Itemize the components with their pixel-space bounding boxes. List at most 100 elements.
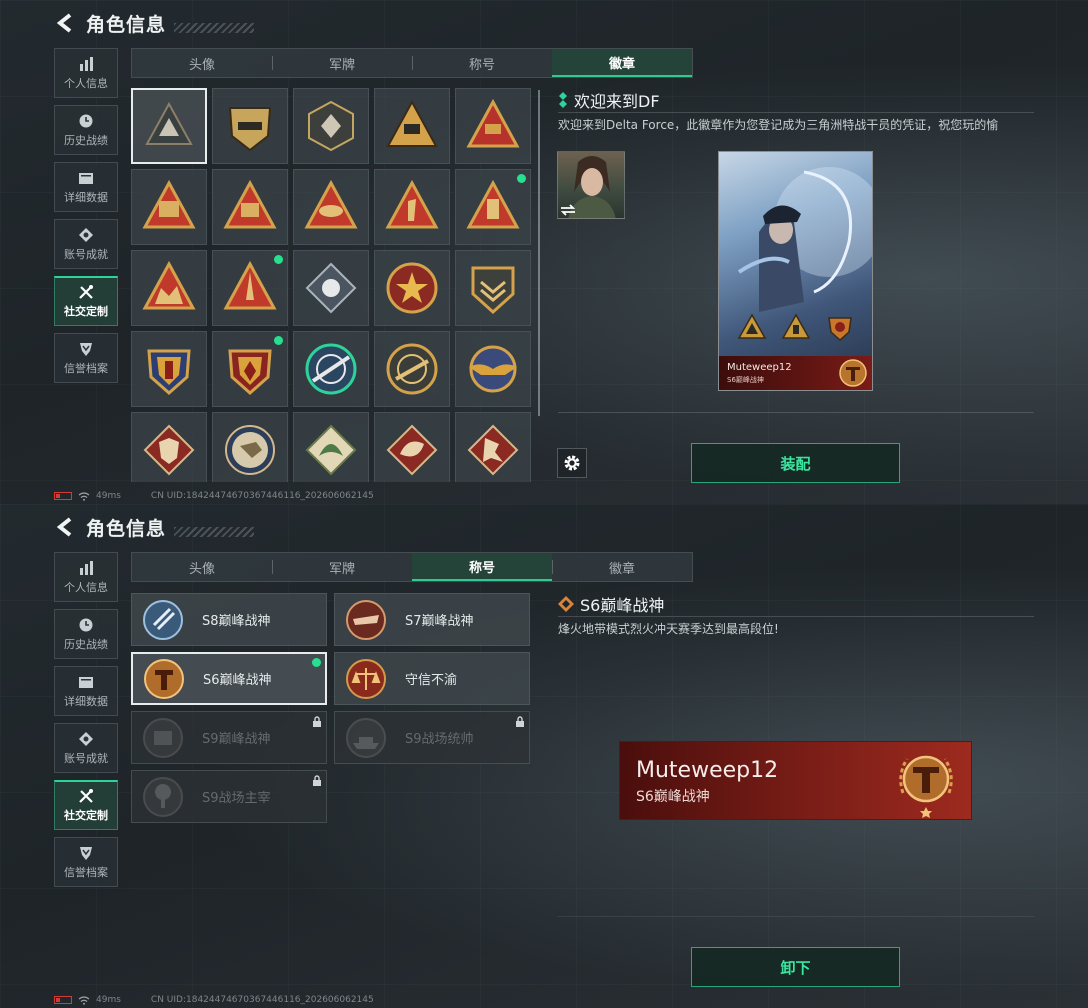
back-arrow-icon[interactable]	[54, 516, 76, 538]
flash-drive-badge-icon	[466, 179, 520, 229]
detail-description: 欢迎来到Delta Force，此徽章作为您登记成为三角洲特战干员的凭证，祝您玩…	[558, 118, 999, 132]
lock-icon	[313, 775, 321, 786]
tab-dogtag[interactable]: 军牌	[272, 553, 412, 581]
tab-title[interactable]: 称号	[412, 553, 552, 581]
sidebar-item-label: 个人信息	[64, 580, 108, 594]
scrollbar[interactable]	[538, 90, 540, 416]
sidebar-item-credit[interactable]: 信誉档案	[54, 837, 118, 887]
sidebar-item-achievements[interactable]: 账号成就	[54, 723, 118, 773]
detail-title: 欢迎来到DF	[574, 92, 660, 111]
unequip-button[interactable]: 卸下	[691, 947, 900, 987]
status-bar: 49ms CN UID:18424474670367446116_2026060…	[54, 995, 374, 1005]
badge-cell[interactable]	[131, 331, 207, 407]
tab-title[interactable]: 称号	[412, 49, 552, 77]
s7-badge-icon	[142, 179, 196, 229]
badge-cell[interactable]	[455, 169, 531, 245]
equip-button[interactable]: 装配	[691, 443, 900, 483]
divider	[558, 412, 1034, 413]
badge-cell[interactable]	[212, 331, 288, 407]
title-item[interactable]: S9战场统帅	[334, 711, 530, 764]
title-item[interactable]: S9战场主宰	[131, 770, 327, 823]
badge-cell[interactable]	[212, 412, 288, 482]
sidebar-item-personal-info[interactable]: 个人信息	[54, 552, 118, 602]
badge-cell[interactable]	[131, 169, 207, 245]
sidebar-item-label: 个人信息	[64, 76, 108, 90]
sidebar-item-label: 账号成就	[64, 751, 108, 765]
s8-emblem-icon	[143, 599, 183, 640]
tab-badge[interactable]: 徽章	[552, 49, 692, 77]
sidebar-item-label: 社交定制	[64, 305, 108, 318]
badge-cell[interactable]	[293, 88, 369, 164]
divider	[558, 616, 1034, 617]
badge-cell[interactable]	[293, 331, 369, 407]
mini-badge-icon	[828, 317, 852, 342]
status-bar: 49ms CN UID:18424474670367446116_2026060…	[54, 491, 374, 501]
header: 角色信息	[54, 8, 255, 38]
title-item[interactable]: S7巅峰战神	[334, 593, 530, 646]
sidebar-item-achievements[interactable]: 账号成就	[54, 219, 118, 269]
sidebar-item-label: 详细数据	[64, 190, 108, 204]
badge-cell[interactable]	[455, 250, 531, 326]
swap-icon[interactable]	[560, 204, 576, 216]
badge-cell[interactable]	[374, 412, 450, 482]
avatar[interactable]	[557, 151, 625, 219]
sidebar-item-personal-info[interactable]: 个人信息	[54, 48, 118, 98]
s6-emblem-icon	[839, 359, 867, 387]
badge-cell[interactable]	[374, 331, 450, 407]
sidebar-item-social-custom[interactable]: 社交定制	[54, 276, 118, 326]
sidebar-item-history[interactable]: 历史战绩	[54, 609, 118, 659]
badge-cell[interactable]	[455, 88, 531, 164]
clock-icon	[79, 618, 93, 631]
title-item[interactable]: S8巅峰战神	[131, 593, 327, 646]
badge-cell[interactable]	[293, 169, 369, 245]
s6-badge-icon	[466, 98, 520, 148]
title-item[interactable]: S6巅峰战神	[131, 652, 327, 705]
settings-button[interactable]	[557, 448, 587, 478]
sidebar-item-label: 历史战绩	[64, 133, 108, 147]
badge-cell[interactable]	[293, 412, 369, 482]
badge-cell[interactable]	[374, 250, 450, 326]
badge-cell[interactable]	[455, 412, 531, 482]
title-item[interactable]: 守信不渝	[334, 652, 530, 705]
badge-cell[interactable]	[374, 88, 450, 164]
tab-avatar[interactable]: 头像	[132, 49, 272, 77]
battery-icon	[54, 492, 72, 500]
sidebar-item-label: 信誉档案	[64, 361, 108, 375]
tab-dogtag[interactable]: 军牌	[272, 49, 412, 77]
title-item-label: S9战场统帅	[405, 732, 474, 747]
page-title: 角色信息	[86, 517, 167, 540]
s6-laurel-emblem-icon	[899, 755, 953, 818]
badge-cell[interactable]	[131, 412, 207, 482]
back-arrow-icon[interactable]	[54, 12, 76, 34]
eagle-badge-icon	[225, 425, 275, 475]
tab-avatar[interactable]: 头像	[132, 553, 272, 581]
rocket-badge-icon	[223, 260, 277, 310]
card-player-name: Muteweep12	[727, 362, 792, 373]
folder-icon	[79, 172, 93, 184]
sidebar: 个人信息 历史战绩 详细数据 账号成就 社交定制 信誉档案	[54, 552, 118, 894]
badge-cell[interactable]	[455, 331, 531, 407]
badge-cell[interactable]	[131, 250, 207, 326]
tab-badge[interactable]: 徽章	[552, 553, 692, 581]
s7-emblem-icon	[346, 599, 386, 640]
title-item-label: S7巅峰战神	[405, 614, 474, 629]
sidebar-item-credit[interactable]: 信誉档案	[54, 333, 118, 383]
detail-title: S6巅峰战神	[580, 596, 665, 615]
sidebar-item-social-custom[interactable]: 社交定制	[54, 780, 118, 830]
title-item[interactable]: S9巅峰战神	[131, 711, 327, 764]
badge-cell[interactable]	[131, 88, 207, 164]
title-stripes	[174, 23, 255, 33]
sidebar-item-detailed-data[interactable]: 详细数据	[54, 162, 118, 212]
badge-cell[interactable]	[212, 88, 288, 164]
badge-cell[interactable]	[374, 169, 450, 245]
badge-cell[interactable]	[212, 250, 288, 326]
badge-cell[interactable]	[212, 169, 288, 245]
tab-bar: 头像 军牌 称号 徽章	[131, 48, 693, 78]
sidebar-item-history[interactable]: 历史战绩	[54, 105, 118, 155]
sidebar-item-label: 社交定制	[64, 809, 108, 822]
sidebar-item-detailed-data[interactable]: 详细数据	[54, 666, 118, 716]
divider	[558, 916, 1034, 917]
shield-icon	[80, 846, 92, 860]
dragon-red-badge-icon	[386, 424, 438, 476]
badge-cell[interactable]	[293, 250, 369, 326]
